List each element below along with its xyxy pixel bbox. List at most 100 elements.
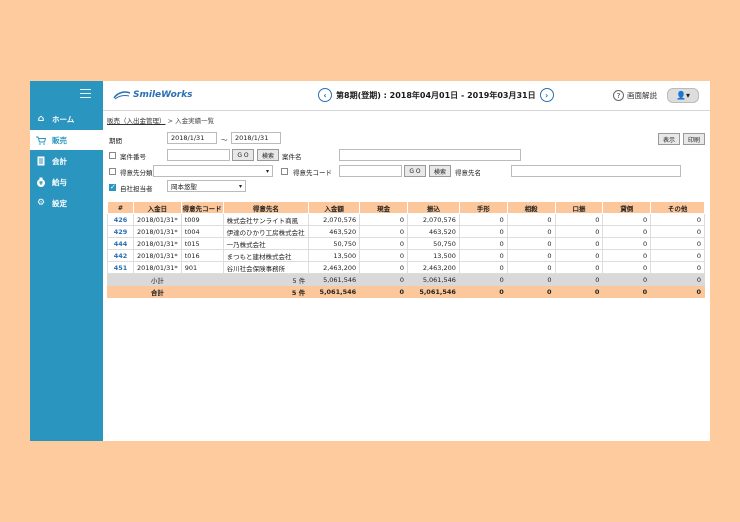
table-row[interactable]: 429 2018/01/31* t004 伊達のひかり工房株式会社 463,520 0 46… (107, 225, 705, 238)
table-row[interactable]: 426 2018/01/31* t009 株式会社サンライト商風 2,070,576 0 2… (107, 213, 705, 226)
col-header[interactable]: 現金 (359, 201, 408, 214)
chevron-down-icon: ▾ (685, 91, 690, 100)
help-link[interactable]: ? 画面解説 (613, 90, 657, 101)
payment-id-link[interactable]: 444 (107, 237, 134, 250)
table-cell: 0 (554, 213, 604, 226)
table-cell: 0 (650, 237, 705, 250)
subtotal-label: 小計 (132, 273, 182, 286)
logo[interactable]: SmileWorks (113, 90, 193, 100)
case-search-button[interactable]: 検索 (257, 149, 279, 161)
sidebar-item-home[interactable]: ⌂ ホーム (30, 109, 103, 129)
payment-id-link[interactable]: 442 (107, 249, 134, 262)
col-header[interactable]: 振込 (406, 201, 460, 214)
sidebar-item-label: 設定 (52, 198, 67, 208)
staff-select[interactable]: 岡本悠聖 (167, 180, 246, 192)
table-cell: 0 (650, 261, 705, 274)
col-header[interactable]: 入金日 (132, 201, 182, 214)
empty-cell (107, 273, 134, 286)
table-cell: 0 (602, 261, 652, 274)
app-window: ⌂ ホーム 販売 会計 ¥ 給与 ⚙ 設定 SmileWorks ‹ 第8期(登… (30, 81, 710, 441)
next-period-button[interactable]: › (539, 88, 554, 102)
user-icon: 👤 (676, 91, 686, 100)
question-icon: ? (613, 90, 624, 101)
table-cell: 2018/01/31* (132, 249, 182, 262)
date-from-input[interactable]: 2018/1/31 (167, 132, 217, 144)
prev-period-button[interactable]: ‹ (318, 88, 332, 102)
customer-name-input[interactable] (511, 165, 681, 177)
staff-checkbox[interactable] (109, 183, 116, 191)
customer-cat-select[interactable] (153, 165, 273, 177)
table-cell: 0 (458, 213, 508, 226)
sidebar-item-label: 会計 (52, 156, 67, 166)
total-value: 0 (458, 285, 508, 298)
total-value: 5,061,546 (308, 285, 361, 298)
print-button[interactable]: 印刷 (683, 133, 705, 145)
customer-go-button[interactable]: G O (404, 165, 426, 177)
money-bag-icon: ¥ (30, 177, 52, 187)
table-cell: 0 (359, 261, 408, 274)
total-value: 0 (554, 285, 604, 298)
hamburger-menu-icon[interactable] (80, 89, 91, 98)
customer-code-input[interactable] (339, 165, 402, 177)
table-cell: 0 (506, 237, 556, 250)
user-menu-button[interactable]: 👤 ▾ (667, 88, 699, 103)
case-no-checkbox[interactable] (109, 152, 116, 159)
table-cell: t016 (180, 249, 224, 262)
table-row[interactable]: 442 2018/01/31* t016 まつもと建材株式会社 13,500 0 13,50… (107, 249, 705, 262)
table-cell: 463,520 (308, 225, 361, 238)
table-row[interactable]: 444 2018/01/31* t015 一乃株式会社 50,750 0 50,750 0 0 0… (107, 237, 705, 250)
table-cell: t015 (180, 237, 224, 250)
case-go-button[interactable]: G O (232, 149, 254, 161)
customer-cat-checkbox[interactable] (109, 168, 116, 175)
table-cell: 0 (554, 237, 604, 250)
subtotal-count: 5 件 (222, 273, 310, 286)
table-cell: 2018/01/31* (132, 213, 182, 226)
table-cell: 一乃株式会社 (222, 237, 310, 250)
col-header[interactable]: 得意先名 (222, 201, 310, 214)
sidebar-item-accounting[interactable]: 会計 (30, 151, 103, 171)
table-cell: 0 (458, 237, 508, 250)
breadcrumb-current: > 入金実績一覧 (167, 117, 215, 125)
top-bar: SmileWorks ‹ 第8期(登期) : 2018年04月01日 - 201… (103, 81, 710, 111)
col-header[interactable]: 口振 (554, 201, 604, 214)
home-icon: ⌂ (37, 114, 45, 124)
col-header[interactable]: 貸倒 (602, 201, 652, 214)
empty-cell (107, 285, 134, 298)
sidebar: ⌂ ホーム 販売 会計 ¥ 給与 ⚙ 設定 (30, 81, 103, 441)
payment-id-link[interactable]: 429 (107, 225, 134, 238)
table-cell: 50,750 (406, 237, 460, 250)
sidebar-item-sales[interactable]: 販売 (30, 130, 103, 150)
display-button[interactable]: 表示 (658, 133, 680, 145)
breadcrumb-parent-link[interactable]: 販売（入出金管理） (107, 117, 166, 125)
col-header[interactable]: その他 (650, 201, 705, 214)
sidebar-item-payroll[interactable]: ¥ 給与 (30, 172, 103, 192)
case-no-input[interactable] (167, 149, 230, 161)
subtotal-value: 5,061,546 (406, 273, 460, 286)
payment-id-link[interactable]: 426 (107, 213, 134, 226)
col-header[interactable]: 入金額 (308, 201, 361, 214)
table-header-row: # 入金日 得意先コード 得意先名 入金額 現金 振込 手形 相殺 口振 貸倒 … (107, 201, 705, 214)
case-name-input[interactable] (339, 149, 521, 161)
subtotal-value: 0 (602, 273, 652, 286)
col-header[interactable]: 得意先コード (180, 201, 224, 214)
help-label: 画面解説 (627, 91, 657, 100)
table-cell: 2,463,200 (308, 261, 361, 274)
period-selector: ‹ 第8期(登期) : 2018年04月01日 - 2019年03月31日 › (318, 88, 554, 102)
table-cell: 50,750 (308, 237, 361, 250)
tilde-separator: 〜 (221, 136, 228, 144)
table-row[interactable]: 451 2018/01/31* 901 谷川社会保険事務所 2,463,200 0 2,46… (107, 261, 705, 274)
total-row: 合計 5 件 5,061,546 0 5,061,546 0 0 0 0 0 (107, 285, 705, 298)
table-cell: 901 (180, 261, 224, 274)
customer-code-checkbox[interactable] (281, 168, 288, 175)
sidebar-item-settings[interactable]: ⚙ 設定 (30, 193, 103, 213)
customer-search-button[interactable]: 検索 (429, 165, 451, 177)
total-count: 5 件 (222, 285, 310, 298)
total-value: 0 (602, 285, 652, 298)
total-value: 0 (359, 285, 408, 298)
col-header[interactable]: 相殺 (506, 201, 556, 214)
col-header[interactable]: # (107, 201, 134, 214)
payment-id-link[interactable]: 451 (107, 261, 134, 274)
col-header[interactable]: 手形 (458, 201, 508, 214)
date-to-input[interactable]: 2018/1/31 (231, 132, 281, 144)
empty-cell (180, 285, 224, 298)
